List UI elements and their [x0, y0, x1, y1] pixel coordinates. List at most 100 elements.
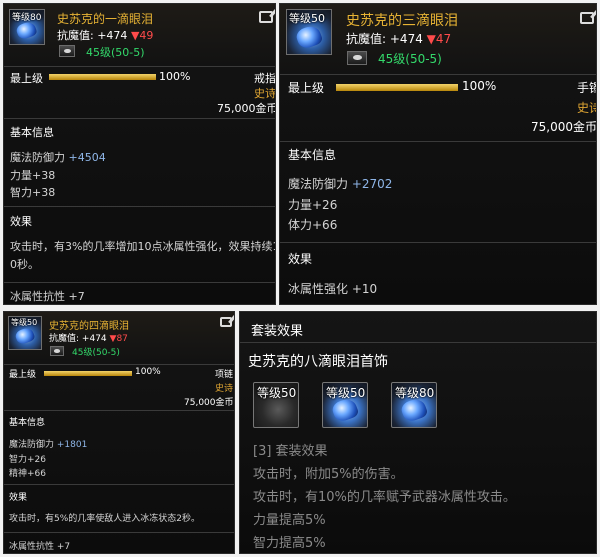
stat-line: 智力+26 [9, 455, 46, 465]
level-requirement: 45级(50-5) [86, 46, 145, 59]
upgrade-progress-bar [336, 84, 458, 91]
item-icon: 等级50 [286, 9, 332, 55]
item-name: 史苏克的一滴眼泪 [57, 12, 154, 26]
basic-info-title: 基本信息 [9, 418, 46, 428]
set-bonus-title: [3] 套装效果 [253, 444, 328, 459]
magic-defense-label: 魔法防御力 [10, 151, 65, 164]
rarity: 史诗 [215, 384, 234, 394]
stat-positive: +474 [81, 334, 107, 344]
effect-text: 冰属性强化 +10 [288, 282, 378, 296]
level-requirement: 45级(50-5) [72, 348, 120, 358]
divider [4, 118, 275, 119]
divider [280, 242, 596, 243]
magic-defense-label: 魔法防御力 [9, 440, 55, 450]
divider [4, 66, 275, 67]
slot-type: 手镯 [577, 81, 596, 95]
stat-negative: ▼47 [426, 32, 452, 46]
set-bonus-line: 攻击时，有10%的几率赋予武器冰属性攻击。 [253, 490, 516, 505]
edit-icon[interactable] [220, 317, 232, 327]
upgrade-progress-fill [49, 74, 156, 80]
gem-icon [15, 20, 39, 41]
stat-negative: ▼49 [130, 29, 154, 42]
upgrade-percent: 100% [135, 367, 161, 377]
effect-title: 效果 [9, 493, 28, 503]
set-item-icon[interactable]: 等级50 [253, 382, 299, 428]
divider [4, 532, 234, 533]
requirement-icon [59, 45, 75, 57]
basic-info-title: 基本信息 [288, 148, 337, 162]
level-badge: 等级50 [11, 318, 38, 327]
set-bonus-line: 力量提高5% [253, 513, 326, 528]
upgrade-percent: 100% [462, 79, 497, 93]
divider [4, 282, 275, 283]
item-icon: 等级80 [9, 9, 45, 45]
item-tooltip-three-drop: 等级50 史苏克的三滴眼泪 抗魔值: +474 ▼47 45级(50-5) 最上… [279, 3, 597, 305]
item-tooltip-one-drop: 等级80 史苏克的一滴眼泪 抗魔值: +474 ▼49 45级(50-5) 最上… [3, 3, 276, 305]
set-item-icon[interactable]: 等级80 [391, 382, 437, 428]
divider [280, 141, 596, 142]
upgrade-percent: 100% [159, 70, 191, 83]
resist-value-line: 抗魔值: +474 ▼49 [57, 27, 153, 43]
divider [4, 484, 234, 485]
item-name: 史苏克的四滴眼泪 [49, 321, 129, 332]
upgrade-progress-bar [44, 371, 132, 376]
requirement-icon [50, 346, 64, 356]
stat-positive: +474 [97, 29, 128, 42]
requirement-icon [347, 51, 367, 65]
gem-icon [294, 23, 324, 51]
level-badge: 等级80 [12, 13, 42, 23]
resist-line: 冰属性抗性 +7 [10, 290, 85, 303]
stat-line: 力量+26 [288, 198, 338, 212]
slot-type: 项链 [215, 370, 234, 380]
divider [4, 364, 234, 365]
magic-defense-value: +1801 [56, 440, 88, 450]
effect-text: 攻击时，有5%的几率使敌人进入冰冻状态2秒。 [9, 514, 201, 524]
set-name: 史苏克的八滴眼泪首饰 [248, 354, 388, 370]
stat-line: 智力+38 [10, 186, 56, 199]
stat-line: 精神+66 [9, 469, 46, 479]
effect-title: 效果 [10, 215, 32, 228]
stat-label: 抗魔值: [49, 334, 80, 344]
magic-defense: 魔法防御力 +1801 [9, 437, 87, 450]
edit-icon[interactable] [259, 11, 273, 23]
effect-text: 0秒。 [10, 258, 39, 271]
magic-defense-value: +4504 [68, 151, 106, 164]
level-badge: 等级50 [257, 386, 297, 400]
level-badge: 等级50 [289, 12, 325, 25]
stat-line: 体力+66 [288, 218, 338, 232]
item-icon: 等级50 [8, 316, 42, 350]
price: 75,000金币 [531, 120, 597, 134]
resist-value-line: 抗魔值: +474 ▼47 [346, 30, 451, 47]
rarity: 史诗 [577, 101, 596, 115]
item-tooltip-four-drop: 等级50 史苏克的四滴眼泪 抗魔值: +474 ▼87 45级(50-5) 最上… [3, 311, 235, 554]
set-effect-title: 套装效果 [251, 324, 304, 339]
divider [4, 206, 275, 207]
upgrade-progress-fill [44, 371, 132, 376]
magic-defense: 魔法防御力 +4504 [10, 149, 106, 165]
set-item-icon[interactable]: 等级50 [322, 382, 368, 428]
stat-positive: +474 [389, 32, 423, 46]
set-bonus-line: 攻击时，附加5%的伤害。 [253, 467, 404, 482]
level-requirement: 45级(50-5) [378, 52, 442, 66]
price: 75,000金币 [184, 398, 234, 408]
magic-defense-value: +2702 [351, 177, 393, 191]
set-effect-panel: 套装效果 史苏克的八滴眼泪首饰 等级50 等级50 等级80 [3] 套装效果 … [239, 311, 597, 554]
effect-title: 效果 [288, 252, 313, 266]
level-badge: 等级80 [395, 386, 435, 400]
set-bonus-line: 智力提高5% [253, 536, 326, 551]
divider [4, 410, 234, 411]
resist-value-line: 抗魔值: +474 ▼87 [49, 331, 128, 344]
stat-label: 抗魔值: [57, 29, 94, 42]
slot-type: 戒指 [254, 72, 276, 85]
price: 75,000金币 [217, 102, 276, 115]
edit-icon[interactable] [580, 12, 594, 24]
upgrade-label: 最上级 [9, 370, 37, 380]
magic-defense-label: 魔法防御力 [288, 177, 349, 191]
upgrade-progress-fill [336, 84, 458, 91]
upgrade-progress-bar [49, 74, 156, 80]
stat-label: 抗魔值: [346, 32, 387, 46]
gem-icon [14, 326, 36, 347]
upgrade-label: 最上级 [10, 72, 43, 85]
level-badge: 等级50 [326, 386, 366, 400]
resist-line: 冰属性抗性 +7 [9, 542, 71, 552]
